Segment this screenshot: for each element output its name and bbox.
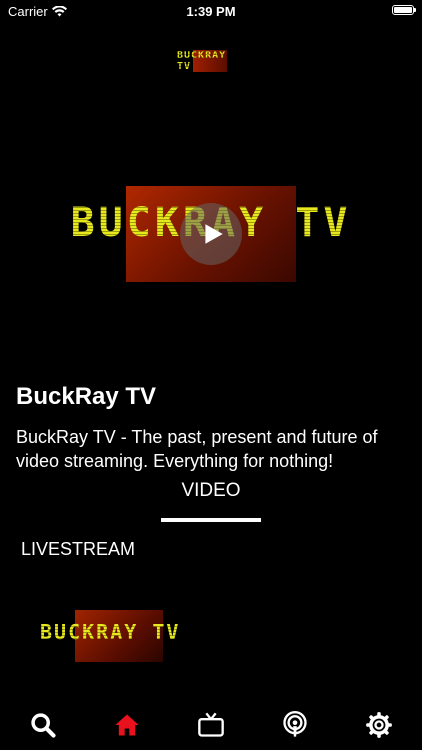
tab-search[interactable] (28, 710, 58, 740)
tab-video-label: VIDEO (181, 480, 241, 501)
play-icon (205, 224, 223, 244)
tab-settings[interactable] (364, 710, 394, 740)
livestream-thumb-logo-text: BUCKRAY TV (40, 620, 200, 644)
home-icon (115, 714, 139, 736)
header-logo-text: BUCKRAY TV (177, 50, 245, 72)
play-button[interactable] (180, 203, 242, 265)
channel-title: BuckRay TV (16, 383, 157, 410)
tab-video-underline (161, 518, 261, 522)
tab-podcast[interactable] (280, 710, 310, 740)
channel-description: BuckRay TV - The past, present and futur… (16, 427, 378, 471)
podcast-icon (283, 711, 307, 737)
gear-icon (366, 712, 392, 738)
tab-video[interactable]: VIDEO (161, 480, 261, 522)
status-time: 1:39 PM (186, 4, 236, 19)
tab-bar (0, 700, 422, 750)
tab-home[interactable] (112, 710, 142, 740)
header-logo: BUCKRAY TV (177, 50, 245, 72)
battery-icon (392, 5, 416, 15)
tab-tv[interactable] (196, 710, 226, 740)
tv-icon (198, 712, 224, 737)
livestream-thumbnail[interactable]: BUCKRAY TV (40, 610, 205, 662)
livestream-section-title: LIVESTREAM (21, 539, 136, 559)
status-bar: Carrier 1:39 PM (0, 0, 422, 22)
search-icon (31, 713, 56, 738)
